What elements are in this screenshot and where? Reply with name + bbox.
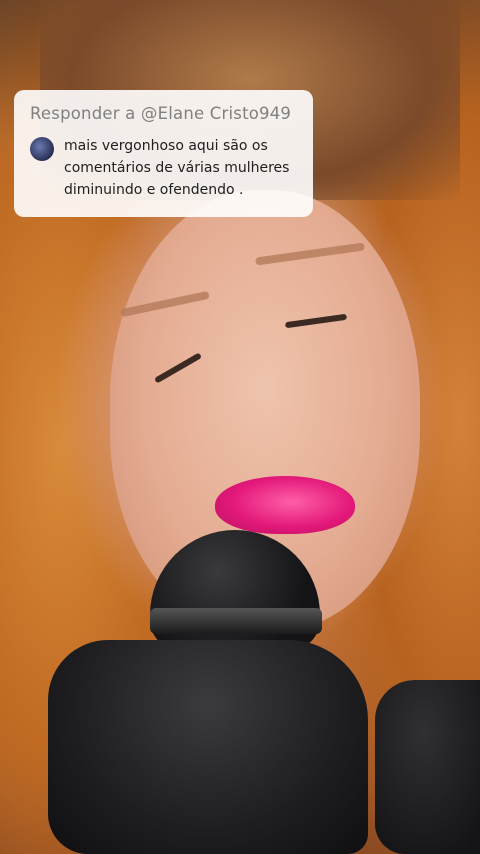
glove-hand (48, 640, 368, 854)
reply-header: Responder a @Elane Cristo949 (30, 104, 292, 123)
microphone-band (150, 608, 322, 634)
glove-hand-right (375, 680, 480, 854)
lips (215, 476, 355, 534)
reply-comment: mais vergonhoso aqui são os comentários … (30, 135, 297, 201)
avatar (30, 137, 54, 161)
reply-comment-card[interactable]: Responder a @Elane Cristo949 mais vergon… (14, 90, 313, 217)
reply-comment-text: mais vergonhoso aqui são os comentários … (64, 138, 290, 198)
